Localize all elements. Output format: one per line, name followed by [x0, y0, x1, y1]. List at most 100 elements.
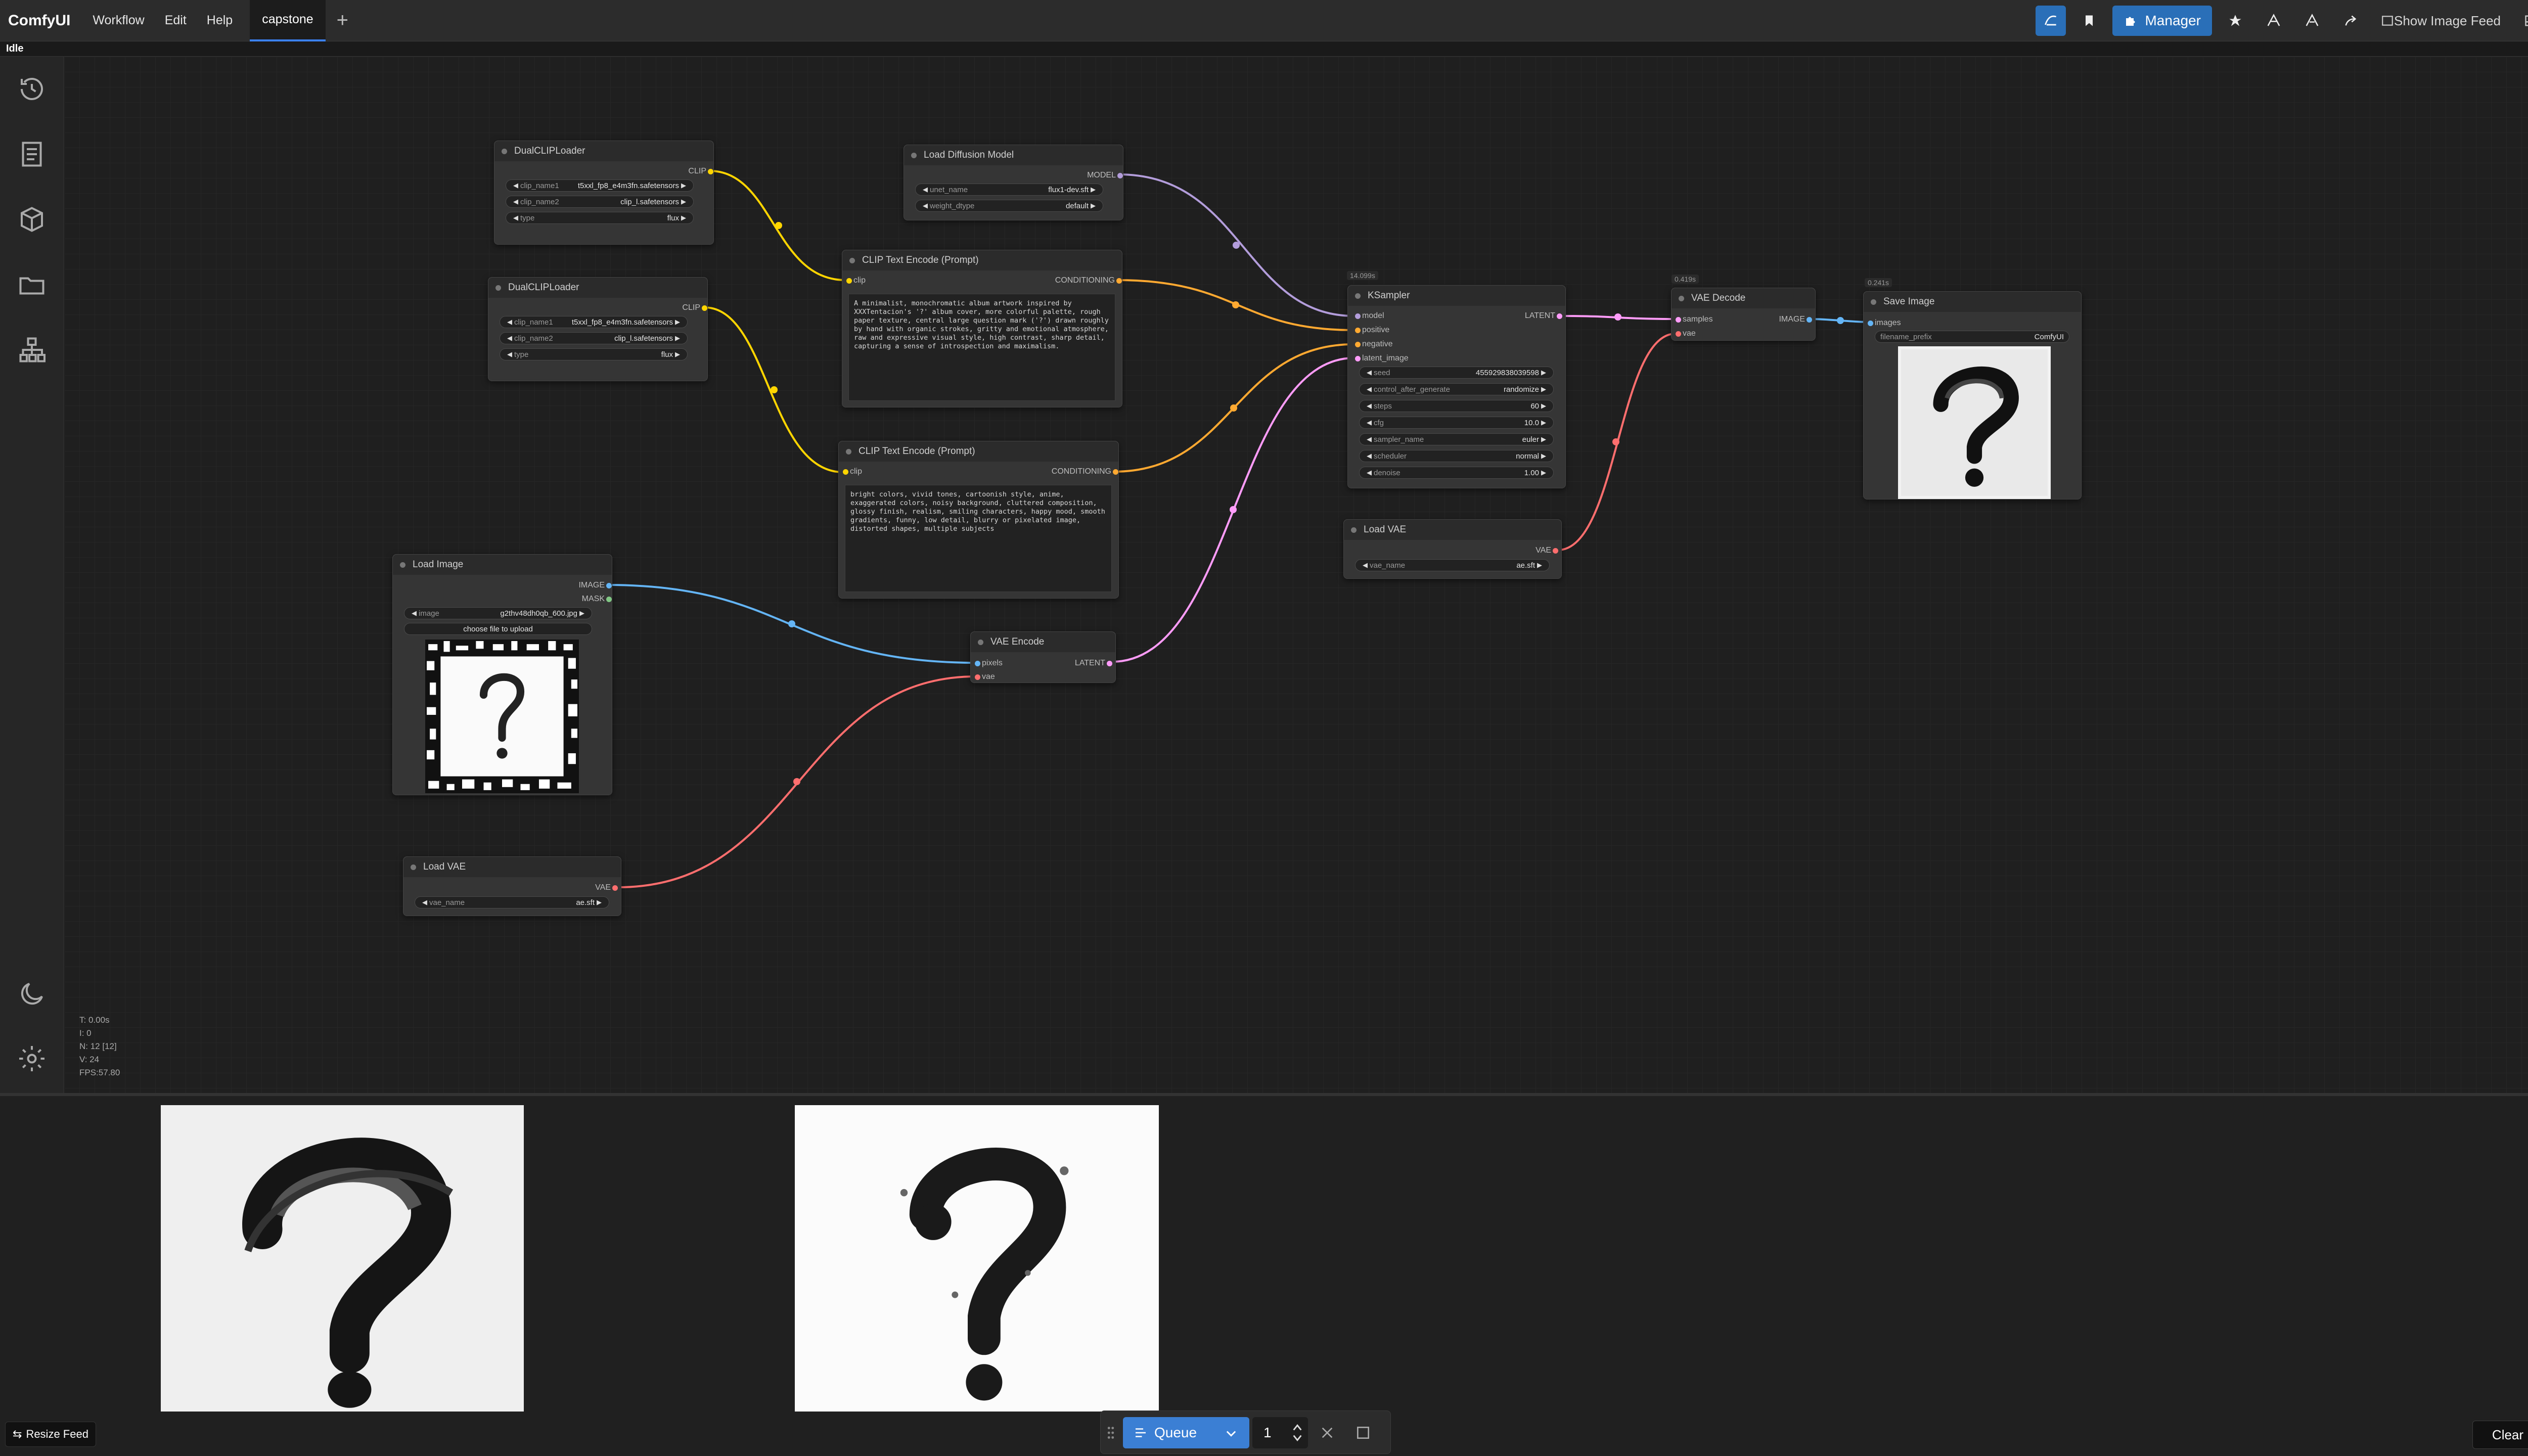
- widget-sampler-name[interactable]: ◀ sampler_name euler ▶: [1359, 433, 1554, 445]
- collapse-dot[interactable]: [978, 639, 983, 645]
- widget-vae-name[interactable]: ◀ vae_name ae.sft ▶: [1355, 559, 1550, 571]
- widget-cfg[interactable]: ◀ cfg 10.0 ▶: [1359, 417, 1554, 429]
- collapse-dot[interactable]: [846, 448, 851, 454]
- collapse-dot[interactable]: [911, 152, 917, 158]
- widget-type[interactable]: ◀ type flux ▶: [506, 212, 694, 224]
- output-latent[interactable]: LATENT: [1525, 311, 1562, 321]
- output-clip[interactable]: CLIP: [682, 303, 707, 312]
- panel-toggle-button[interactable]: [2516, 6, 2528, 36]
- node-load-vae-encode[interactable]: Load VAE VAE ◀ vae_name ae.sft ▶: [403, 856, 621, 916]
- widget-seed[interactable]: ◀ seed 455929838039598 ▶: [1359, 367, 1554, 379]
- widget-filename-prefix[interactable]: filename_prefix ComfyUI: [1875, 331, 2069, 343]
- input-model[interactable]: model: [1355, 311, 1384, 321]
- collapse-dot[interactable]: [849, 257, 855, 263]
- node-dualcliploader-2[interactable]: DualCLIPLoader CLIP ◀ clip_name1 t5xxl_fp8…: [488, 277, 708, 381]
- collapse-dot[interactable]: [1679, 295, 1684, 301]
- clear-feed-button[interactable]: Clear: [2472, 1421, 2528, 1449]
- widget-unet-name[interactable]: ◀ unet_name flux1-dev.sft ▶: [915, 184, 1103, 196]
- history-icon[interactable]: [17, 74, 47, 104]
- output-conditioning[interactable]: CONDITIONING: [1055, 276, 1122, 285]
- feed-image-1[interactable]: [161, 1105, 524, 1412]
- collapse-dot[interactable]: [411, 864, 416, 870]
- star-button[interactable]: [2220, 6, 2250, 36]
- tool-button-a[interactable]: [2259, 6, 2289, 36]
- add-tab-button[interactable]: +: [337, 9, 348, 32]
- widget-vae-name[interactable]: ◀ vae_name ae.sft ▶: [415, 896, 609, 908]
- widget-denoise[interactable]: ◀ denoise 1.00 ▶: [1359, 467, 1554, 479]
- collapse-dot[interactable]: [400, 562, 405, 568]
- widget-weight-dtype[interactable]: ◀ weight_dtype default ▶: [915, 200, 1103, 212]
- upload-button[interactable]: choose file to upload: [404, 623, 592, 635]
- node-dualcliploader-1[interactable]: DualCLIPLoader CLIP ◀ clip_name1 t5xxl_fp8…: [494, 141, 714, 245]
- feed-image-2[interactable]: [795, 1105, 1159, 1412]
- node-save-image[interactable]: Save Image images filename_prefix ComfyUI: [1863, 291, 2082, 499]
- input-vae[interactable]: vae: [975, 672, 995, 681]
- menu-edit[interactable]: Edit: [165, 13, 187, 28]
- output-image[interactable]: IMAGE: [1779, 315, 1812, 324]
- gear-icon[interactable]: [17, 1043, 47, 1074]
- node-load-vae-decode[interactable]: Load VAE VAE ◀ vae_name ae.sft ▶: [1343, 519, 1562, 579]
- input-latent-image[interactable]: latent_image: [1355, 354, 1409, 363]
- input-clip[interactable]: clip: [843, 467, 862, 476]
- bookmark-button[interactable]: [2074, 6, 2104, 36]
- queue-count-input[interactable]: 1: [1252, 1417, 1308, 1448]
- menu-help[interactable]: Help: [207, 13, 233, 28]
- folder-icon[interactable]: [17, 269, 47, 300]
- model-cube-icon[interactable]: [17, 204, 47, 235]
- input-vae[interactable]: vae: [1676, 329, 1696, 338]
- output-clip[interactable]: CLIP: [688, 167, 713, 176]
- input-clip[interactable]: clip: [846, 276, 866, 285]
- node-vae-decode[interactable]: VAE Decode samples vae IMAGE: [1671, 288, 1816, 341]
- widget-clip-name1[interactable]: ◀ clip_name1 t5xxl_fp8_e4m3fn.safetensors ▶: [506, 179, 694, 192]
- collapse-dot[interactable]: [1355, 293, 1361, 299]
- widget-clip-name2[interactable]: ◀ clip_name2 clip_l.safetensors ▶: [500, 332, 688, 344]
- tab-capstone[interactable]: capstone: [250, 0, 326, 41]
- collapse-dot[interactable]: [1871, 299, 1876, 305]
- node-clip-text-encode-negative[interactable]: CLIP Text Encode (Prompt) clip CONDITION…: [838, 441, 1119, 599]
- widget-type[interactable]: ◀ type flux ▶: [500, 348, 688, 360]
- input-images[interactable]: images: [1868, 318, 1901, 328]
- output-conditioning[interactable]: CONDITIONING: [1052, 467, 1118, 476]
- output-model[interactable]: MODEL: [1087, 171, 1123, 180]
- widget-control-after-generate[interactable]: ◀ control_after_generate randomize ▶: [1359, 383, 1554, 395]
- stop-icon[interactable]: [1355, 1425, 1371, 1441]
- prompt-textarea[interactable]: bright colors, vivid tones, cartoonish s…: [845, 485, 1112, 592]
- share-button[interactable]: [2335, 6, 2366, 36]
- queue-button[interactable]: Queue: [1123, 1417, 1249, 1448]
- collapse-dot[interactable]: [495, 285, 501, 291]
- node-vae-encode[interactable]: VAE Encode pixels vae LATENT: [970, 631, 1116, 683]
- output-latent[interactable]: LATENT: [1075, 659, 1112, 668]
- tool-button-b[interactable]: [2297, 6, 2327, 36]
- widget-steps[interactable]: ◀ steps 60 ▶: [1359, 400, 1554, 412]
- output-vae[interactable]: VAE: [1536, 546, 1558, 555]
- comfy-logo-button[interactable]: [2036, 6, 2066, 36]
- cancel-icon[interactable]: [1319, 1425, 1335, 1441]
- chevron-down-icon[interactable]: [1224, 1426, 1238, 1440]
- collapse-dot[interactable]: [502, 148, 507, 154]
- widget-scheduler[interactable]: ◀ scheduler normal ▶: [1359, 450, 1554, 462]
- node-ksampler[interactable]: KSampler model positive negative latent_…: [1347, 285, 1566, 488]
- queue-list-icon[interactable]: [17, 139, 47, 169]
- input-pixels[interactable]: pixels: [975, 659, 1003, 668]
- input-negative[interactable]: negative: [1355, 340, 1393, 349]
- input-positive[interactable]: positive: [1355, 326, 1389, 335]
- output-image[interactable]: IMAGE: [578, 581, 612, 590]
- widget-image[interactable]: ◀ image g2thv48dh0qb_600.jpg ▶: [404, 607, 592, 619]
- show-image-feed-button[interactable]: Show Image Feed: [2374, 6, 2508, 36]
- node-load-diffusion-model[interactable]: Load Diffusion Model MODEL ◀ unet_name flu…: [904, 145, 1123, 220]
- output-vae[interactable]: VAE: [595, 883, 618, 892]
- node-tree-icon[interactable]: [17, 335, 47, 365]
- widget-clip-name1[interactable]: ◀ clip_name1 t5xxl_fp8_e4m3fn.safetensors ▶: [500, 316, 688, 328]
- moon-icon[interactable]: [17, 979, 47, 1009]
- node-clip-text-encode-positive[interactable]: CLIP Text Encode (Prompt) clip CONDITION…: [842, 250, 1122, 407]
- prompt-textarea[interactable]: A minimalist, monochromatic album artwor…: [848, 294, 1115, 401]
- node-load-image[interactable]: Load Image IMAGE MASK ◀ image g2thv48dh0qb…: [392, 554, 612, 795]
- resize-feed-button[interactable]: ⇆ Resize Feed: [5, 1422, 96, 1447]
- collapse-dot[interactable]: [1351, 527, 1357, 533]
- manager-button[interactable]: Manager: [2112, 6, 2212, 36]
- output-mask[interactable]: MASK: [582, 595, 612, 604]
- menu-workflow[interactable]: Workflow: [93, 13, 144, 28]
- stepper-icon[interactable]: [1292, 1421, 1303, 1444]
- drag-handle-icon[interactable]: [1106, 1425, 1116, 1440]
- input-samples[interactable]: samples: [1676, 315, 1713, 324]
